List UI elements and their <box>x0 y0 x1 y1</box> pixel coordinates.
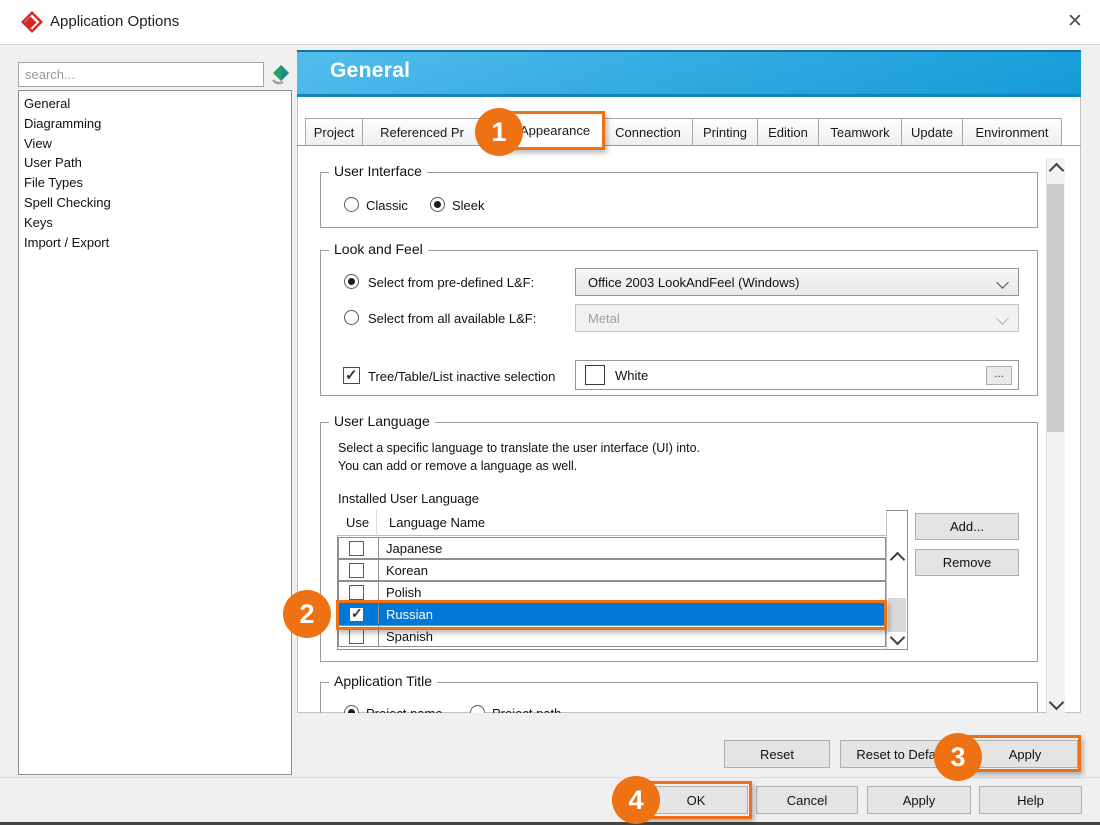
apply-button[interactable]: Apply <box>867 786 971 814</box>
use-checkbox[interactable] <box>349 629 364 644</box>
sidebar-item-spell-checking[interactable]: Spell Checking <box>19 193 291 213</box>
available-lf-radio[interactable] <box>344 310 359 325</box>
app-logo-icon <box>20 10 44 34</box>
application-title-clip: Application Title Project name Project p… <box>318 670 1040 713</box>
annotation-rect-apply <box>967 735 1081 772</box>
sidebar-item-file-types[interactable]: File Types <box>19 173 291 193</box>
sidebar-item-import-export[interactable]: Import / Export <box>19 233 291 253</box>
column-language-name: Language Name <box>389 515 485 530</box>
user-language-legend: User Language <box>329 413 435 429</box>
available-lf-label: Select from all available L&F: <box>368 311 536 326</box>
column-use: Use <box>346 515 369 530</box>
predefined-lf-select[interactable]: Office 2003 LookAndFeel (Windows) <box>575 268 1019 296</box>
look-and-feel-legend: Look and Feel <box>329 241 428 257</box>
annotation-rect-russian <box>336 600 887 630</box>
use-checkbox[interactable] <box>349 563 364 578</box>
annotation-badge-3: 3 <box>934 733 982 781</box>
remove-language-button[interactable]: Remove <box>915 549 1019 576</box>
color-name-label: White <box>615 368 648 383</box>
cancel-button[interactable]: Cancel <box>756 786 858 814</box>
sidebar-item-keys[interactable]: Keys <box>19 213 291 233</box>
user-interface-legend: User Interface <box>329 163 427 179</box>
close-icon[interactable]: ✕ <box>1060 8 1090 36</box>
sidebar-item-diagramming[interactable]: Diagramming <box>19 114 291 134</box>
project-path-label: Project path <box>492 706 561 713</box>
window-title: Application Options <box>50 13 179 30</box>
tab-referenced-project[interactable]: Referenced Pr <box>362 118 482 146</box>
language-row-japanese[interactable]: Japanese <box>338 537 886 559</box>
predefined-lf-radio[interactable] <box>344 274 359 289</box>
tab-environment[interactable]: Environment <box>962 118 1062 146</box>
tab-edition[interactable]: Edition <box>757 118 819 146</box>
predefined-lf-label: Select from pre-defined L&F: <box>368 275 534 290</box>
annotation-badge-4: 4 <box>612 776 660 824</box>
user-language-desc-2: You can add or remove a language as well… <box>338 459 577 473</box>
color-picker-more-button[interactable]: ... <box>986 366 1012 385</box>
installed-language-label: Installed User Language <box>338 491 479 506</box>
available-lf-value: Metal <box>588 311 620 326</box>
tab-teamwork[interactable]: Teamwork <box>818 118 902 146</box>
help-button[interactable]: Help <box>979 786 1082 814</box>
language-table-header: Use Language Name <box>337 510 886 536</box>
reset-button[interactable]: Reset <box>724 740 830 768</box>
language-row-korean[interactable]: Korean <box>338 559 886 581</box>
page-title: General <box>330 59 410 83</box>
classic-label: Classic <box>366 198 408 213</box>
sleek-radio[interactable] <box>430 197 445 212</box>
application-options-dialog: Application Options ✕ General Diagrammin… <box>0 0 1100 825</box>
sidebar-item-general[interactable]: General <box>19 94 291 114</box>
options-category-list: General Diagramming View User Path File … <box>18 90 292 775</box>
tab-printing[interactable]: Printing <box>692 118 758 146</box>
use-checkbox[interactable] <box>349 541 364 556</box>
annotation-badge-1: 1 <box>475 108 523 156</box>
predefined-lf-value: Office 2003 LookAndFeel (Windows) <box>588 275 799 290</box>
application-title-legend: Application Title <box>329 673 437 689</box>
inactive-selection-checkbox[interactable] <box>343 367 360 384</box>
search-filter-icon[interactable] <box>268 63 292 87</box>
classic-radio[interactable] <box>344 197 359 212</box>
add-language-button[interactable]: Add... <box>915 513 1019 540</box>
use-checkbox[interactable] <box>349 585 364 600</box>
bottom-divider <box>0 777 1100 778</box>
search-box <box>18 62 264 87</box>
sleek-label: Sleek <box>452 198 485 213</box>
user-interface-section: User Interface <box>320 172 1038 228</box>
tab-connection[interactable]: Connection <box>603 118 693 146</box>
annotation-badge-2: 2 <box>283 590 331 638</box>
project-name-radio[interactable] <box>344 705 359 713</box>
title-bar: Application Options ✕ <box>0 0 1100 45</box>
project-path-radio[interactable] <box>470 705 485 713</box>
tab-project[interactable]: Project <box>305 118 363 146</box>
tab-update[interactable]: Update <box>901 118 963 146</box>
available-lf-select: Metal <box>575 304 1019 332</box>
content-scrollbar-thumb[interactable] <box>1047 184 1064 432</box>
user-language-desc-1: Select a specific language to translate … <box>338 441 700 455</box>
inactive-selection-label: Tree/Table/List inactive selection <box>368 369 555 384</box>
sidebar-item-user-path[interactable]: User Path <box>19 153 291 173</box>
page-header-banner <box>297 50 1081 97</box>
tab-baseline <box>297 145 1081 146</box>
sidebar-item-view[interactable]: View <box>19 134 291 154</box>
scrollbar-thumb[interactable] <box>888 598 906 632</box>
color-swatch-white <box>585 365 605 385</box>
search-input[interactable] <box>19 63 275 86</box>
project-name-label: Project name <box>366 706 443 713</box>
